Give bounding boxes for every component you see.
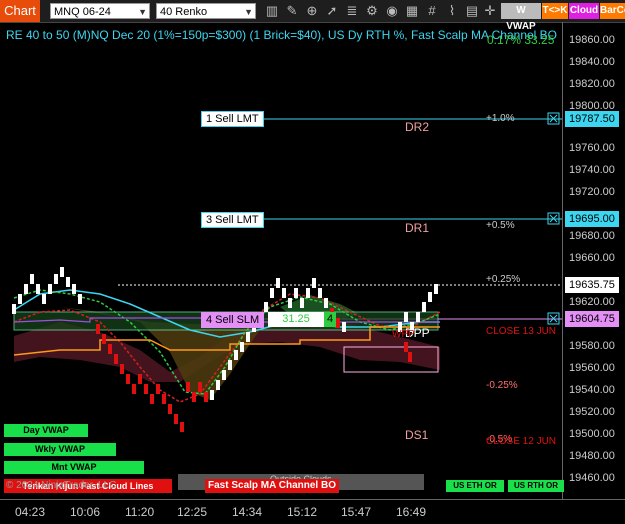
pct-minus-025-label: -0.25% xyxy=(486,380,518,391)
indicator-icon[interactable]: ⌇ xyxy=(444,3,460,19)
arrow-icon[interactable]: ➚ xyxy=(324,3,340,19)
chevron-down-icon: ▼ xyxy=(138,7,147,17)
close-13-jun-label: CLOSE 13 JUN xyxy=(486,326,557,337)
x-tick: 16:49 xyxy=(396,505,427,519)
dr1-label: DR1 xyxy=(405,221,430,235)
chart-menu-button[interactable]: Chart xyxy=(0,0,40,22)
pct-plus-025-label: +0.25% xyxy=(486,274,521,285)
fast-scalp-button[interactable]: Fast Scalp MA Channel BO xyxy=(205,479,339,493)
copyright-text: © 2024 NinjaTrader, LLC xyxy=(6,480,117,491)
sell4-price-offset[interactable]: 31.25 xyxy=(268,312,324,327)
wpp-label: WPP xyxy=(392,329,415,340)
chart-toolbar: Chart MNQ 06-24 ▼ 40 Renko ▼ ▥ ✎ ⊕ ➚ ≣ ⚙… xyxy=(0,0,625,32)
us-eth-or-button[interactable]: US ETH OR xyxy=(446,480,504,492)
zoom-icon[interactable]: ⊕ xyxy=(304,3,320,19)
crosshair-icon[interactable]: ✛ xyxy=(482,3,498,19)
time-axis[interactable]: 04:23 10:06 11:20 12:25 14:34 15:12 15:4… xyxy=(0,499,625,524)
bars-icon[interactable]: ▥ xyxy=(264,3,280,19)
barco-button[interactable]: BarCo xyxy=(600,3,625,19)
y-tick: 19500.00 xyxy=(569,428,615,440)
instrument-value: MNQ 06-24 xyxy=(54,6,111,18)
pct-plus-1-label: +1.0% xyxy=(486,113,515,124)
us-rth-or-button[interactable]: US RTH OR xyxy=(508,480,564,492)
close-12-jun-label: CLOSE 12 JUN xyxy=(486,436,557,447)
y-tick: 19520.00 xyxy=(569,406,615,418)
wkly-vwap-button[interactable]: Wkly VWAP xyxy=(4,443,116,456)
ds1-label: DS1 xyxy=(405,428,429,442)
display-icon[interactable]: ▤ xyxy=(464,3,480,19)
y-tick: 19540.00 xyxy=(569,384,615,396)
x-tick: 14:34 xyxy=(232,505,263,519)
hash-icon[interactable]: # xyxy=(424,3,440,19)
y-tick: 19720.00 xyxy=(569,186,615,198)
sell4-quantity[interactable]: 4 xyxy=(324,312,336,327)
y-tick: 19820.00 xyxy=(569,78,615,90)
dr2-label: DR2 xyxy=(405,120,430,134)
y-tick: 19560.00 xyxy=(569,362,615,374)
y-tick: 19740.00 xyxy=(569,164,615,176)
y-tick: 19580.00 xyxy=(569,340,615,352)
tk-button[interactable]: T<>K xyxy=(542,3,568,19)
pencil-icon[interactable]: ✎ xyxy=(284,3,300,19)
top-right-value: 0.17% 33.25 xyxy=(487,33,555,47)
y-tick: 19760.00 xyxy=(569,142,615,154)
grid-icon[interactable]: ▦ xyxy=(404,3,420,19)
y-tick: 19860.00 xyxy=(569,34,615,46)
properties-icon[interactable]: ≣ xyxy=(344,3,360,19)
x-tick: 15:12 xyxy=(287,505,318,519)
interval-selector[interactable]: 40 Renko ▼ xyxy=(156,3,256,19)
day-vwap-button[interactable]: Day VWAP xyxy=(4,424,88,437)
x-tick: 10:06 xyxy=(70,505,101,519)
y-tick: 19620.00 xyxy=(569,296,615,308)
y-tick: 19660.00 xyxy=(569,252,615,264)
instrument-selector[interactable]: MNQ 06-24 ▼ xyxy=(50,3,150,19)
w-vwap-button[interactable]: W VWAP xyxy=(501,3,541,32)
x-tick: 12:25 xyxy=(177,505,208,519)
chart-title: RE 40 to 50 (M)NQ Dec 20 (1%=150p=$300) … xyxy=(6,28,558,42)
chevron-down-icon: ▼ xyxy=(244,7,253,17)
interval-value: 40 Renko xyxy=(160,6,208,18)
sell1-order-label[interactable]: 1 Sell LMT xyxy=(201,111,264,127)
x-tick: 11:20 xyxy=(125,505,155,519)
y-tick: 19460.00 xyxy=(569,472,615,484)
y-tick: 19680.00 xyxy=(569,230,615,242)
price-axis[interactable]: 19860.00 19840.00 19820.00 19800.00 1976… xyxy=(562,22,625,499)
sell3-order-label[interactable]: 3 Sell LMT xyxy=(201,212,264,228)
x-tick: 04:23 xyxy=(15,505,46,519)
y-tick: 19480.00 xyxy=(569,450,615,462)
pct-plus-05-label: +0.5% xyxy=(486,220,515,231)
x-tick: 15:47 xyxy=(341,505,372,519)
y-tick: 19800.00 xyxy=(569,100,615,112)
cloud-button[interactable]: Cloud xyxy=(569,3,599,19)
eye-icon[interactable]: ◉ xyxy=(384,3,400,19)
sell4-order-label[interactable]: 4 Sell SLM xyxy=(201,312,265,328)
mnt-vwap-button[interactable]: Mnt VWAP xyxy=(4,461,144,474)
y-tick: 19840.00 xyxy=(569,56,615,68)
strategy-icon[interactable]: ⚙ xyxy=(364,3,380,19)
